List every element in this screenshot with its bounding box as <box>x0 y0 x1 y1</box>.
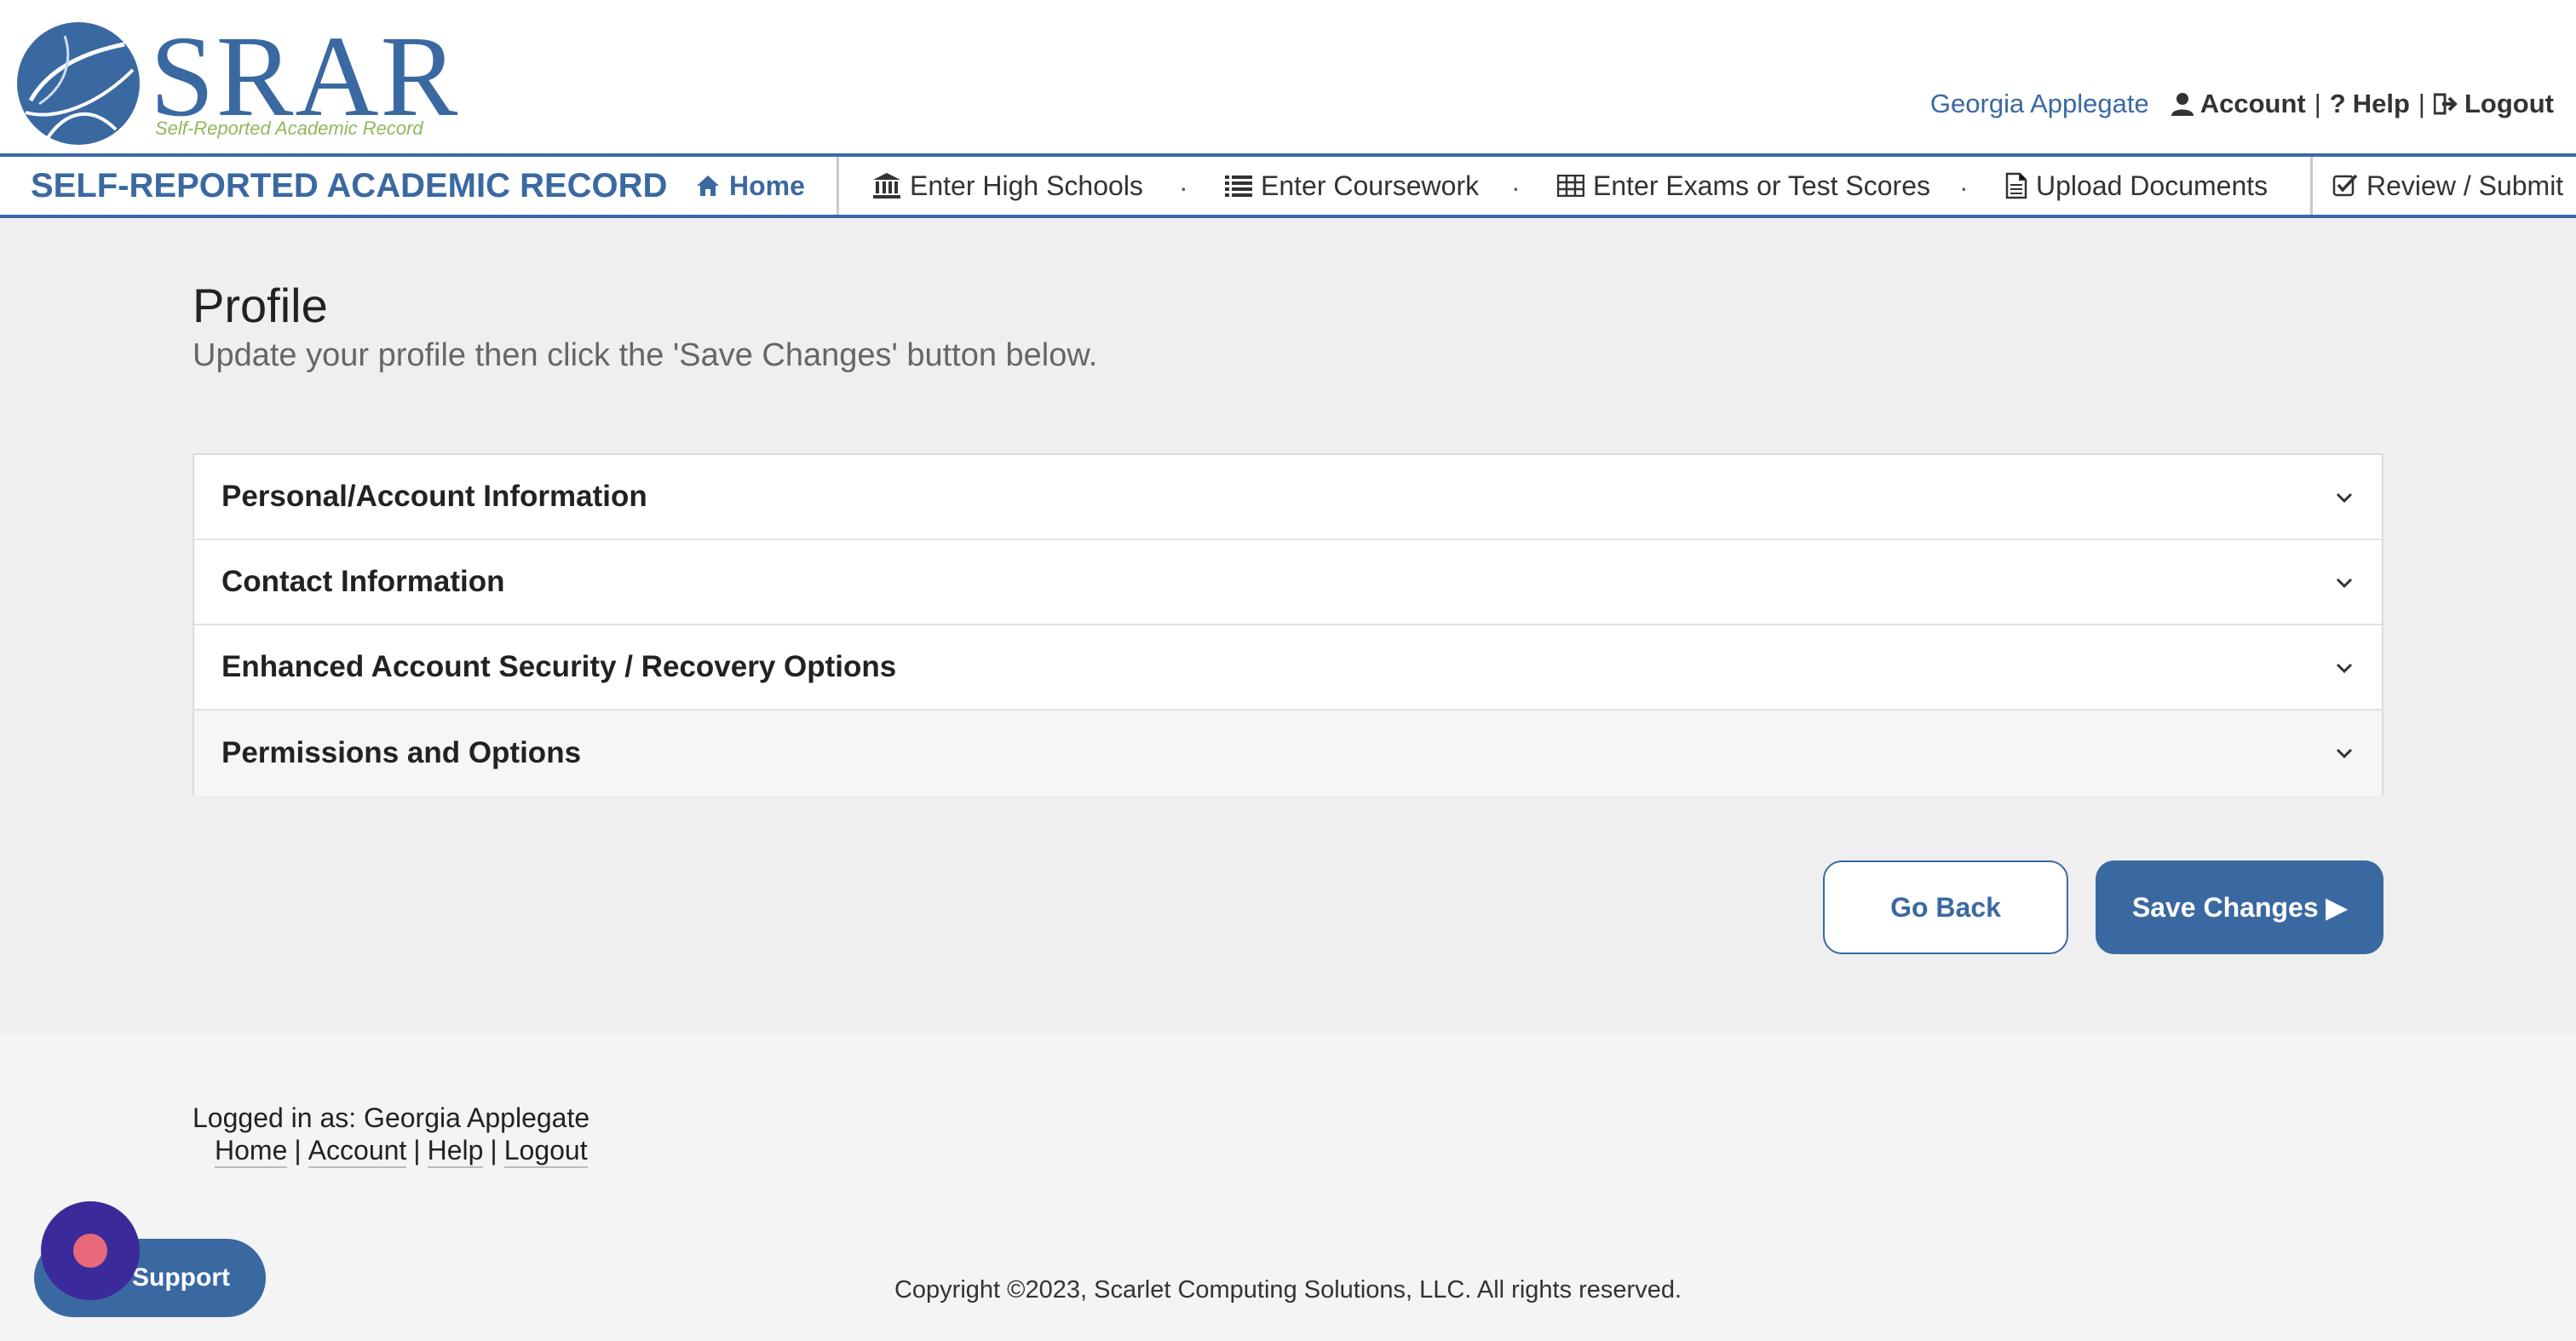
nav-enter-high-schools[interactable]: Enter High Schools <box>872 157 1143 215</box>
help-link[interactable]: ? Help <box>2330 89 2410 119</box>
nav-dot: · <box>1511 172 1521 203</box>
nav-divider <box>837 157 839 215</box>
nav-item-label: Review / Submit <box>2366 170 2564 201</box>
nav-item-label: Enter Coursework <box>1261 170 1480 201</box>
nav-upload-documents[interactable]: Upload Documents <box>2005 157 2268 215</box>
home-icon <box>695 174 721 198</box>
footer: Logged in as: Georgia Applegate Home | A… <box>0 1034 2576 1341</box>
accordion-label: Permissions and Options <box>221 736 582 769</box>
globe-logo-icon <box>17 22 140 145</box>
separator: | <box>413 1135 421 1165</box>
nav-enter-exams[interactable]: Enter Exams or Test Scores <box>1557 157 1930 215</box>
nav-home-label: Home <box>729 170 805 201</box>
page-title: Profile <box>193 279 328 332</box>
nav-dot: · <box>1959 172 1969 203</box>
nav-review-submit[interactable]: Review / Submit <box>2332 157 2563 215</box>
help-label: Help <box>2352 89 2410 118</box>
page-subtitle: Update your profile then click the 'Save… <box>193 337 1098 373</box>
chevron-down-icon <box>2336 492 2353 504</box>
accordion-label: Personal/Account Information <box>221 480 647 513</box>
footer-logout-link[interactable]: Logout <box>503 1135 588 1168</box>
footer-links: Home | Account | Help | Logout <box>215 1135 588 1168</box>
top-header: SRAR Self-Reported Academic Record Georg… <box>0 0 2576 153</box>
separator: | <box>294 1135 302 1165</box>
accordion-label: Enhanced Account Security / Recovery Opt… <box>221 650 897 683</box>
question-icon: ? <box>2329 89 2346 118</box>
sign-out-icon <box>2433 93 2458 115</box>
nav-item-label: Upload Documents <box>2036 170 2268 201</box>
logout-label: Logout <box>2464 89 2554 118</box>
table-icon <box>1557 175 1584 197</box>
footer-home-link[interactable]: Home <box>215 1135 288 1168</box>
user-icon <box>2171 92 2194 116</box>
accordion-contact[interactable]: Contact Information <box>194 540 2382 625</box>
document-icon <box>2005 172 2027 199</box>
separator: | <box>490 1135 497 1165</box>
footer-help-link[interactable]: Help <box>427 1135 484 1168</box>
account-label: Account <box>2199 89 2306 118</box>
srar-logo[interactable]: SRAR Self-Reported Academic Record <box>14 19 457 147</box>
support-widget-icon[interactable] <box>41 1201 140 1300</box>
nav-dot: · <box>1179 172 1188 203</box>
user-name-link[interactable]: Georgia Applegate <box>1930 89 2149 119</box>
chevron-down-icon <box>2336 578 2353 589</box>
logout-link[interactable]: Logout <box>2433 89 2554 119</box>
check-square-icon <box>2332 173 2358 199</box>
nav-item-label: Enter High Schools <box>910 170 1143 201</box>
nav-item-label: Enter Exams or Test Scores <box>1593 170 1930 201</box>
accordion-label: Contact Information <box>221 565 505 598</box>
separator: | <box>2314 89 2321 118</box>
accordion-personal-account[interactable]: Personal/Account Information <box>194 455 2382 540</box>
save-changes-button[interactable]: Save Changes ▶ <box>2096 860 2383 954</box>
footer-account-link[interactable]: Account <box>308 1135 407 1168</box>
user-links: Georgia Applegate Account | ? Help | Log… <box>1930 87 2554 121</box>
nav-home[interactable]: Home <box>695 157 805 215</box>
chevron-down-icon <box>2336 663 2353 674</box>
nav-divider <box>2310 157 2313 215</box>
go-back-button[interactable]: Go Back <box>1823 860 2068 954</box>
accordion-security-recovery[interactable]: Enhanced Account Security / Recovery Opt… <box>194 625 2382 711</box>
account-link[interactable]: Account <box>2171 89 2306 119</box>
copyright: Copyright ©2023, Scarlet Computing Solut… <box>894 1276 1682 1304</box>
bank-icon <box>872 172 901 199</box>
profile-accordion: Personal/Account Information Contact Inf… <box>193 453 2383 796</box>
list-icon <box>1225 175 1252 197</box>
separator: | <box>2418 89 2425 118</box>
logo-subtitle: Self-Reported Academic Record <box>155 118 423 139</box>
logged-in-as: Logged in as: Georgia Applegate <box>193 1102 590 1133</box>
main-nav: SELF-REPORTED ACADEMIC RECORD Home Enter… <box>0 153 2576 218</box>
brand-title[interactable]: SELF-REPORTED ACADEMIC RECORD <box>31 167 667 205</box>
chevron-down-icon <box>2336 748 2353 759</box>
support-status-dot <box>73 1234 107 1268</box>
accordion-permissions-options[interactable]: Permissions and Options <box>194 711 2382 796</box>
nav-enter-coursework[interactable]: Enter Coursework <box>1225 157 1479 215</box>
